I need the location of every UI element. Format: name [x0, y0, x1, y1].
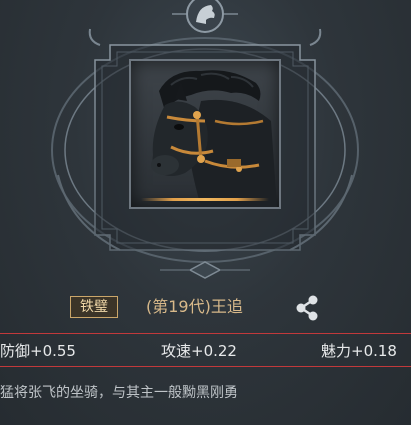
share-icon[interactable]: [292, 294, 322, 322]
mount-card: 铁璧 (第19代)王追 防御+0.55 攻速+0.22 魅力+0.18 猛将张飞…: [0, 0, 411, 425]
stat-charm: 魅力+0.18: [321, 342, 397, 360]
mount-description: 猛将张飞的坐骑，与其主一般黝黑刚勇: [0, 385, 238, 401]
rarity-badge: 铁璧: [70, 296, 118, 318]
horse-portrait-art: [151, 70, 277, 207]
stats-row: 防御+0.55 攻速+0.22 魅力+0.18: [0, 333, 411, 367]
mount-name: (第19代)王追: [146, 297, 243, 316]
horse-emblem-icon: [172, 0, 238, 33]
mount-portrait: [129, 59, 281, 209]
portrait-gold-accent: [141, 198, 269, 201]
stat-defense: 防御+0.55: [0, 342, 76, 360]
stat-attack-speed: 攻速+0.22: [161, 342, 237, 360]
